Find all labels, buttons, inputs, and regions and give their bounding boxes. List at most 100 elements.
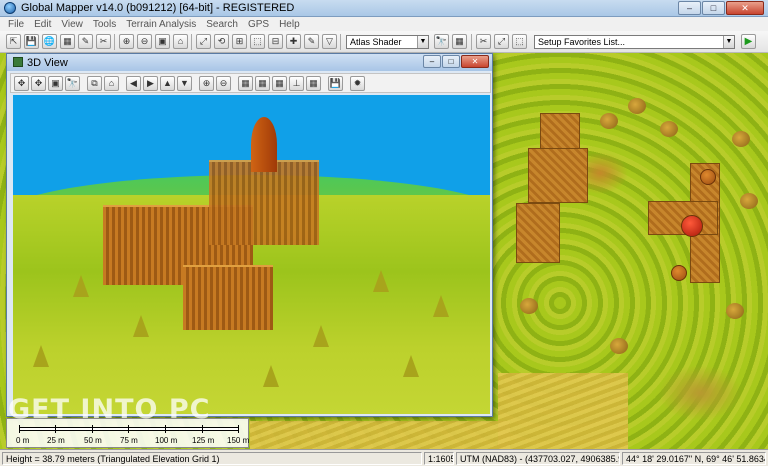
shader-options-icon[interactable]: 🔭 (434, 34, 449, 49)
arrow-down-icon[interactable]: ▼ (177, 76, 192, 91)
menu-gps[interactable]: GPS (248, 19, 269, 30)
arrow-up-icon[interactable]: ▲ (160, 76, 175, 91)
menu-view[interactable]: View (61, 19, 83, 30)
scale-bar-line (19, 427, 239, 431)
favorites-select[interactable]: Setup Favorites List... ▼ (534, 35, 735, 49)
toolbar-separator (114, 34, 115, 50)
3d-close-button[interactable]: ✕ (461, 55, 489, 68)
scale-label: 50 m (84, 436, 102, 445)
3d-minimize-button[interactable]: – (423, 55, 441, 68)
arrow-left-icon[interactable]: ◀ (126, 76, 141, 91)
toolbar-separator (340, 34, 341, 50)
favorites-select-value: Setup Favorites List... (538, 37, 626, 47)
zoom-out-icon[interactable]: ⊖ (137, 34, 152, 49)
cut-icon[interactable]: ✂ (96, 34, 111, 49)
minimize-button[interactable]: – (678, 1, 701, 15)
shader-select[interactable]: Atlas Shader ▼ (346, 35, 429, 49)
scale-tick (92, 425, 93, 433)
status-height: Height = 38.79 meters (Triangulated Elev… (2, 452, 422, 465)
3d-scene-canvas[interactable] (13, 95, 490, 414)
scale-tick (55, 425, 56, 433)
water-level-icon[interactable]: ▦ (306, 76, 321, 91)
home-icon[interactable]: ⌂ (104, 76, 119, 91)
overlay-control-icon[interactable]: ▦ (60, 34, 75, 49)
menu-terrain-analysis[interactable]: Terrain Analysis (126, 19, 196, 30)
measure-icon[interactable]: ✂ (476, 34, 491, 49)
maximize-button[interactable]: □ (702, 1, 725, 15)
menu-help[interactable]: Help (279, 19, 300, 30)
watermark-text: GET INTO PC (8, 394, 211, 425)
full-view-icon[interactable]: ▣ (155, 34, 170, 49)
move-icon[interactable]: ✥ (14, 76, 29, 91)
filter-icon[interactable]: ▽ (322, 34, 337, 49)
map-tree (628, 98, 646, 114)
window-controls: – □ ✕ (678, 1, 764, 15)
3d-maximize-button[interactable]: □ (442, 55, 460, 68)
render-mode-icon[interactable]: ▦ (238, 76, 253, 91)
map-dome (700, 169, 716, 185)
menu-edit[interactable]: Edit (34, 19, 51, 30)
binoculars-icon[interactable]: 🔭 (65, 76, 80, 91)
globe-icon[interactable]: 🌐 (42, 34, 57, 49)
open-data-icon[interactable]: ⇱ (6, 34, 21, 49)
chevron-down-icon[interactable]: ▼ (723, 36, 734, 48)
map-tree (610, 338, 628, 354)
menu-file[interactable]: File (8, 19, 24, 30)
zoom-in-icon[interactable]: ⊕ (119, 34, 134, 49)
scale-tick (202, 425, 203, 433)
menu-search[interactable]: Search (206, 19, 238, 30)
map-tree (600, 113, 618, 129)
select-icon[interactable]: ⬚ (250, 34, 265, 49)
map-clearing (250, 421, 510, 449)
toolbar-separator (471, 34, 472, 50)
home-icon[interactable]: ⌂ (173, 34, 188, 49)
run-favorite-button[interactable]: ▶ (741, 34, 756, 49)
save-icon[interactable]: 💾 (24, 34, 39, 49)
layer-icon[interactable]: ⊟ (268, 34, 283, 49)
scale-label: 125 m (192, 436, 215, 445)
close-button[interactable]: ✕ (726, 1, 764, 15)
arrow-right-icon[interactable]: ▶ (143, 76, 158, 91)
frame-icon[interactable]: ▣ (48, 76, 63, 91)
rotate-icon[interactable]: ⟲ (214, 34, 229, 49)
edit-icon[interactable]: ✎ (78, 34, 93, 49)
3d-view-icon (13, 57, 23, 67)
3d-tree (33, 345, 49, 367)
globe-app-icon (4, 2, 16, 14)
map-tree (726, 303, 744, 319)
vertical-exaggeration-icon[interactable]: ⊥ (289, 76, 304, 91)
zoom-in-icon[interactable]: ⊕ (199, 76, 214, 91)
wireframe-icon[interactable]: ▦ (272, 76, 287, 91)
menu-bar: File Edit View Tools Terrain Analysis Se… (0, 17, 768, 31)
3d-tree (133, 315, 149, 337)
3d-tree (313, 325, 329, 347)
3d-building (209, 160, 319, 245)
add-feature-icon[interactable]: ✚ (286, 34, 301, 49)
3d-tree (433, 295, 449, 317)
status-bar: Height = 38.79 meters (Triangulated Elev… (0, 449, 768, 466)
window-title: Global Mapper v14.0 (b091212) [64-bit] -… (21, 2, 295, 14)
3d-view-controls: – □ ✕ (423, 55, 489, 68)
copy-icon[interactable]: ⧉ (87, 76, 102, 91)
menu-tools[interactable]: Tools (93, 19, 116, 30)
3d-tree (403, 355, 419, 377)
digitize-icon[interactable]: ✎ (304, 34, 319, 49)
save-icon[interactable]: 💾 (328, 76, 343, 91)
scale-label: 25 m (47, 436, 65, 445)
status-coordinates: UTM (NAD83) - (437703.027, 4906385.950, … (456, 452, 620, 465)
chevron-down-icon[interactable]: ▼ (417, 36, 428, 48)
palette-icon[interactable]: ▦ (452, 34, 467, 49)
3d-view-title-bar[interactable]: 3D View – □ ✕ (7, 54, 492, 71)
pan-icon[interactable]: ⤢ (196, 34, 211, 49)
grid-icon[interactable]: ⊞ (232, 34, 247, 49)
pan-icon[interactable]: ✥ (31, 76, 46, 91)
main-title-bar: Global Mapper v14.0 (b091212) [64-bit] -… (0, 0, 768, 17)
view-shed-icon[interactable]: ⬚ (512, 34, 527, 49)
texture-icon[interactable]: ▦ (255, 76, 270, 91)
zoom-out-icon[interactable]: ⊖ (216, 76, 231, 91)
map-building (516, 203, 560, 263)
light-icon[interactable]: ✹ (350, 76, 365, 91)
path-profile-icon[interactable]: ⤢ (494, 34, 509, 49)
scale-label: 0 m (16, 436, 30, 445)
3d-dome-tower (251, 117, 277, 172)
